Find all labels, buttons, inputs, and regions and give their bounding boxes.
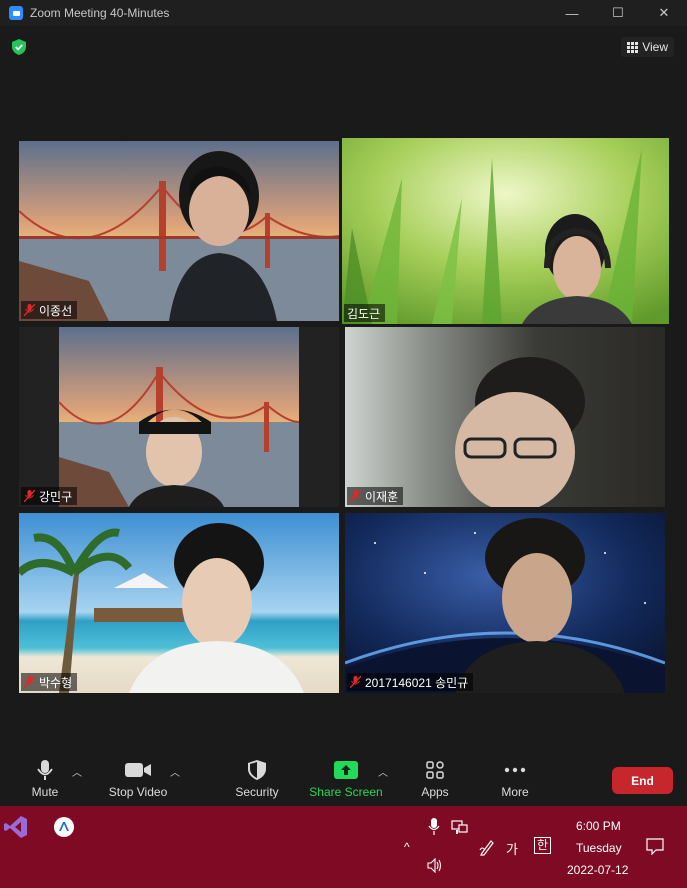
participant-tile-active-speaker[interactable]: 김도근 xyxy=(342,138,669,324)
window-controls: — ☐ ✕ xyxy=(549,0,687,26)
close-button[interactable]: ✕ xyxy=(641,0,687,26)
clock-time[interactable]: 6:00 PM xyxy=(576,819,621,833)
network-icon[interactable] xyxy=(451,820,468,835)
participant-name-tag: 박수형 xyxy=(21,673,78,691)
share-screen-arrow-icon xyxy=(334,758,358,782)
visual-studio-icon[interactable] xyxy=(4,815,28,839)
app-taskbar-icon[interactable] xyxy=(53,816,75,838)
end-meeting-button[interactable]: End xyxy=(612,767,673,794)
pen-input-icon[interactable] xyxy=(479,838,495,856)
participant-tile[interactable]: 2017146021 송민규 xyxy=(345,513,665,693)
participant-name: 박수형 xyxy=(39,675,73,690)
title-bar: Zoom Meeting 40-Minutes — ☐ ✕ xyxy=(0,0,687,26)
video-options-caret-icon[interactable]: ︿ xyxy=(170,764,180,779)
more-dots-icon xyxy=(504,758,526,782)
apps-icon xyxy=(426,758,444,782)
more-label: More xyxy=(501,785,529,799)
stop-video-label: Stop Video xyxy=(108,785,168,799)
more-button[interactable]: More xyxy=(498,758,532,799)
mute-label: Mute xyxy=(31,785,59,799)
participant-name-tag: 강민구 xyxy=(21,487,78,505)
ime-language-indicator[interactable]: 한 xyxy=(534,837,552,854)
virtual-background-beach xyxy=(19,513,339,693)
tray-microphone-icon[interactable] xyxy=(428,818,440,835)
view-button[interactable]: View xyxy=(621,37,674,57)
virtual-background-grass xyxy=(342,138,669,324)
muted-mic-icon xyxy=(24,490,35,502)
participant-name-tag: 이재훈 xyxy=(347,487,404,505)
maximize-button[interactable]: ☐ xyxy=(595,0,641,26)
security-label: Security xyxy=(235,785,279,799)
participant-tile[interactable]: 이재훈 xyxy=(345,327,665,507)
notification-center-icon[interactable] xyxy=(646,838,664,855)
microphone-icon xyxy=(37,758,53,782)
participant-name-tag: 김도근 xyxy=(344,304,386,322)
zoom-app-icon xyxy=(9,6,23,20)
stop-video-button[interactable]: Stop Video xyxy=(104,758,172,799)
security-shield-icon xyxy=(248,758,266,782)
virtual-background-space xyxy=(345,513,665,693)
audio-options-caret-icon[interactable]: ︿ xyxy=(72,764,82,779)
participant-name: 김도근 xyxy=(347,306,381,321)
zoom-meeting-window: Zoom Meeting 40-Minutes — ☐ ✕ View 이종선 김… xyxy=(0,0,687,888)
share-screen-button[interactable]: Share Screen xyxy=(308,758,384,799)
clock-date[interactable]: 2022-07-12 xyxy=(567,863,628,877)
muted-mic-icon xyxy=(24,676,35,688)
apps-button[interactable]: Apps xyxy=(418,758,452,799)
participant-name: 이종선 xyxy=(39,303,73,318)
participant-tile[interactable]: 강민구 xyxy=(19,327,339,507)
participant-name: 이재훈 xyxy=(365,489,399,504)
video-camera-icon xyxy=(125,758,151,782)
clock-day[interactable]: Tuesday xyxy=(576,841,622,855)
share-options-caret-icon[interactable]: ︿ xyxy=(378,764,388,779)
participant-tile[interactable]: 이종선 xyxy=(19,141,339,321)
participant-name-tag: 2017146021 송민규 xyxy=(347,673,474,691)
meeting-toolbar: Mute ︿ Stop Video ︿ Security Share Scree… xyxy=(0,748,687,806)
participant-name: 2017146021 송민규 xyxy=(365,675,469,690)
window-title: Zoom Meeting 40-Minutes xyxy=(30,6,170,20)
participant-name-tag: 이종선 xyxy=(21,301,78,319)
minimize-button[interactable]: — xyxy=(549,0,595,26)
view-label: View xyxy=(642,40,668,54)
participant-tile[interactable]: 박수형 xyxy=(19,513,339,693)
security-button[interactable]: Security xyxy=(232,758,282,799)
show-hidden-icons-chevron[interactable]: ^ xyxy=(404,840,410,854)
muted-mic-icon xyxy=(350,676,361,688)
volume-speaker-icon[interactable] xyxy=(427,858,444,873)
muted-mic-icon xyxy=(24,304,35,316)
apps-label: Apps xyxy=(421,785,449,799)
mute-button[interactable]: Mute xyxy=(28,758,62,799)
windows-taskbar: ^ 가 한 6:00 PM Tuesday 2022-07-12 xyxy=(0,806,687,888)
grid-view-icon xyxy=(627,42,639,53)
camera-feed-room xyxy=(345,327,665,507)
muted-mic-icon xyxy=(350,490,361,502)
share-screen-label: Share Screen xyxy=(309,785,383,799)
virtual-background-bridge xyxy=(19,327,339,507)
encryption-shield-icon[interactable] xyxy=(12,39,26,55)
virtual-background-bridge xyxy=(19,141,339,321)
participant-name: 강민구 xyxy=(39,489,73,504)
ime-mode-indicator[interactable]: 가 xyxy=(506,839,518,858)
